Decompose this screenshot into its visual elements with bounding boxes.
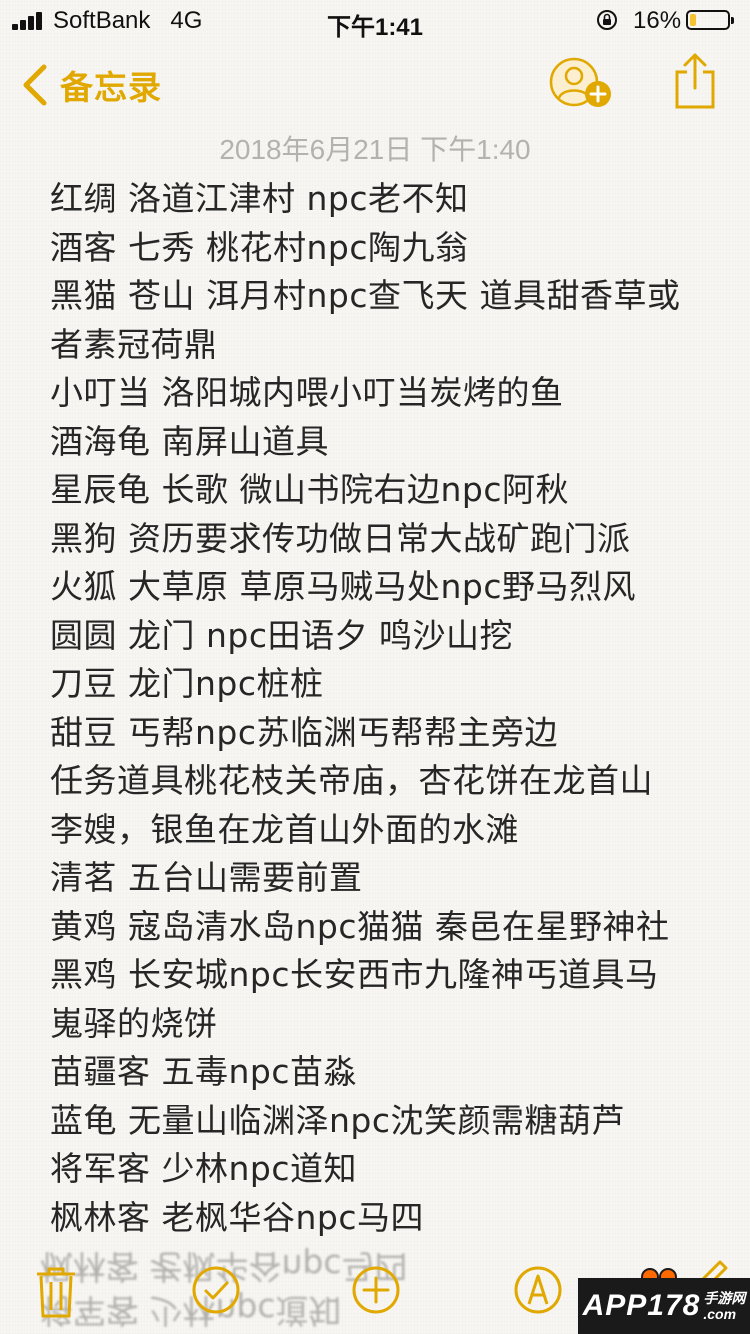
note-line: 枫林客 老枫华谷npc马四 <box>50 1197 424 1237</box>
markup-icon[interactable] <box>512 1264 564 1316</box>
note-line: 酒海龟 南屏山道具 <box>50 421 329 461</box>
note-line: 酒客 七秀 桃花村npc陶九翁 <box>50 227 469 267</box>
note-line: 蓝龟 无量山临渊泽npc沈笑颜需糖葫芦 <box>50 1100 625 1140</box>
note-line: 将军客 少林npc道知 <box>50 1149 357 1188</box>
battery-icon <box>686 10 734 30</box>
rotation-lock-icon <box>597 10 617 30</box>
note-date: 2018年6月21日 下午1:40 <box>219 134 531 165</box>
chevron-left-icon <box>23 64 47 106</box>
trash-icon[interactable] <box>32 1264 80 1320</box>
note-line: 黑猫 苍山 洱月村npc查飞天 道具甜香草或 <box>50 276 681 315</box>
note-line: 红绸 洛道江津村 npc老不知 <box>50 179 469 218</box>
battery-percent: 16% <box>633 7 682 34</box>
note-line: 苗疆客 五毒npc苗淼 <box>50 1052 357 1091</box>
back-button[interactable]: 备忘录 <box>20 60 162 110</box>
share-icon[interactable] <box>672 52 718 110</box>
note-line: 火狐 大草原 草原马贼马处npc野马烈风 <box>50 567 636 606</box>
watermark: APP178 手游网 .com <box>578 1278 750 1334</box>
watermark-brand: APP178 <box>582 1289 701 1322</box>
note-line: 任务道具桃花枝关帝庙，杏花饼在龙首山 <box>50 761 653 800</box>
add-icon[interactable] <box>350 1264 402 1316</box>
note-line: 李嫂，银鱼在龙首山外面的水滩 <box>50 809 519 849</box>
note-line: 甜豆 丐帮npc苏临渊丐帮帮主旁边 <box>50 712 558 752</box>
checklist-icon[interactable] <box>190 1264 242 1316</box>
note-line: 小叮当 洛阳城内喂小叮当炭烤的鱼 <box>50 373 564 412</box>
note-line: 黑鸡 长安城npc长安西市九隆神丐道具马 <box>50 955 659 994</box>
status-bar: SoftBank 4G 下午1:41 16% <box>0 0 750 41</box>
note-line: 嵬驿的烧饼 <box>50 1003 218 1043</box>
note-line: 黄鸡 寇岛清水岛npc猫猫 秦邑在星野神社 <box>50 906 670 946</box>
note-line: 者素冠荷鼎 <box>50 324 218 364</box>
note-line: 黑狗 资历要求传功做日常大战矿跑门派 <box>50 518 631 558</box>
watermark-sub: 手游网 .com <box>703 1290 746 1322</box>
note-line: 星辰龟 长歌 微山书院右边npc阿秋 <box>50 470 569 509</box>
battery-level <box>690 14 696 26</box>
note-body[interactable]: 红绸 洛道江津村 npc老不知 酒客 七秀 桃花村npc陶九翁黑猫 苍山 洱月村n… <box>50 175 730 1242</box>
back-label: 备忘录 <box>60 68 162 107</box>
add-person-icon[interactable] <box>548 56 614 112</box>
note-line: 清茗 五台山需要前置 <box>50 858 363 897</box>
note-line: 刀豆 龙门npc桩桩 <box>50 664 324 703</box>
note-line: 圆圆 龙门 npc田语夕 鸣沙山挖 <box>50 615 513 655</box>
